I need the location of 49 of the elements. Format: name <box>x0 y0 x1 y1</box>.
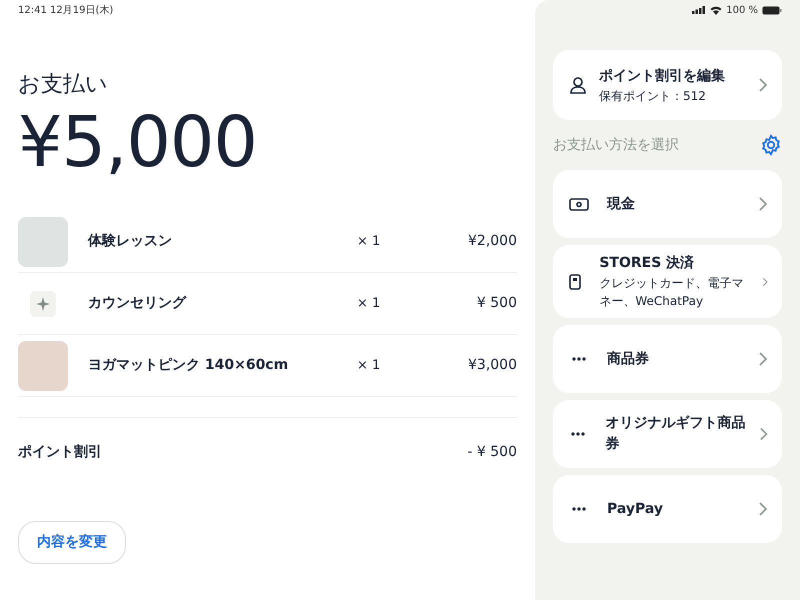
item-price: ¥2,000 <box>467 232 517 251</box>
change-button[interactable]: 内容を変更 <box>18 521 126 564</box>
method-title: 現金 <box>607 194 636 214</box>
points-title: ポイント割引を編集 <box>599 66 726 86</box>
method-title: PayPay <box>607 500 664 518</box>
item-quantity: × 1 <box>357 294 382 313</box>
method-title: 商品券 <box>607 350 650 368</box>
item-quantity: × 1 <box>357 356 382 375</box>
item-name: 体験レッスン <box>88 232 173 251</box>
item-name: ヨガマットピンク 140×60cm <box>88 356 290 375</box>
points-balance: 保有ポイント：512 <box>599 88 707 104</box>
more-icon <box>572 507 586 511</box>
payment-method-card[interactable]: 商品券 <box>553 325 782 393</box>
payment-method-card[interactable]: STORES 決済 クレジットカード、電子マネー、WeChatPay <box>553 245 782 318</box>
chevron-icon <box>758 197 768 211</box>
sparkle-icon <box>30 290 56 316</box>
battery-percent: 100 % <box>726 4 758 18</box>
payment-method-card[interactable]: 現金 <box>553 170 782 238</box>
points-card[interactable]: ポイント割引を編集 保有ポイント：512 <box>553 50 782 120</box>
card-terminal-icon <box>569 274 582 290</box>
photo-placeholder <box>18 216 68 266</box>
person-icon <box>569 76 587 94</box>
methods-heading: お支払い方法を選択 <box>553 136 679 154</box>
settings-icon[interactable] <box>760 134 782 156</box>
wifi-icon <box>710 6 722 14</box>
payment-method-card[interactable]: PayPay <box>553 475 782 543</box>
chevron-icon <box>758 352 768 366</box>
more-icon <box>572 357 586 361</box>
chevron-icon <box>758 427 768 441</box>
method-title: STORES 決済 <box>599 254 696 273</box>
method-title: オリジナルギフト商品券 <box>606 414 747 454</box>
item-name: カウンセリング <box>88 294 188 313</box>
item-price: ¥ 500 <box>476 294 517 313</box>
cash-icon <box>569 198 589 210</box>
discount-amount: - ¥ 500 <box>467 443 517 462</box>
more-icon <box>571 432 586 436</box>
chevron-icon <box>758 502 768 516</box>
payment-title: お支払い <box>18 71 109 99</box>
discount-label: ポイント割引 <box>18 443 102 462</box>
payment-method-card[interactable]: オリジナルギフト商品券 <box>553 400 782 468</box>
status-time: 12:41 12月19日(木) <box>18 4 114 18</box>
method-description: クレジットカード、電子マネー、WeChatPay <box>599 275 744 310</box>
chevron-icon <box>758 78 768 92</box>
item-price: ¥3,000 <box>467 356 517 375</box>
battery-icon <box>762 6 782 14</box>
total-amount: ¥5,000 <box>18 107 258 177</box>
item-quantity: × 1 <box>357 232 382 251</box>
signal-icon <box>692 6 706 14</box>
photo-placeholder <box>18 340 68 390</box>
